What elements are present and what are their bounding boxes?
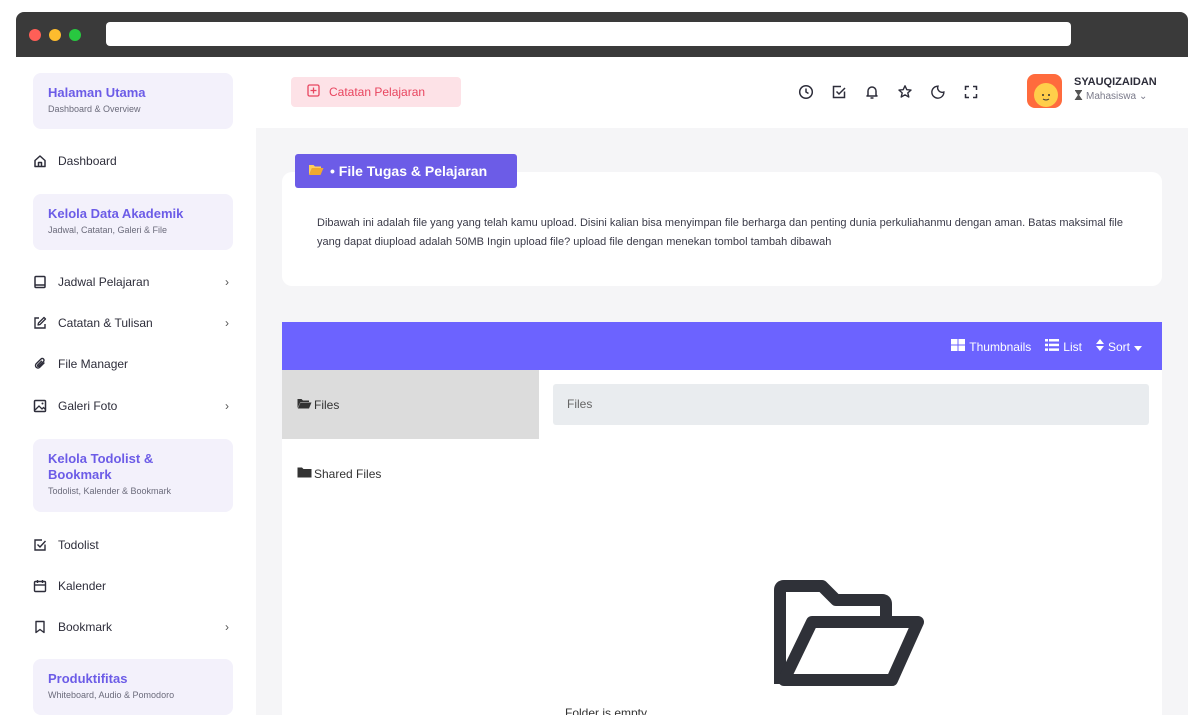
folder-item-files-selected[interactable]: Files xyxy=(282,370,539,439)
thumbnails-view-button[interactable]: Thumbnails xyxy=(951,339,1031,354)
sidebar-item-todolist[interactable]: Todolist xyxy=(33,534,233,556)
fullscreen-icon[interactable] xyxy=(961,82,981,102)
sidebar-item-bookmark[interactable]: Bookmark › xyxy=(33,616,233,638)
sidebar: Halaman Utama Dashboard & Overview Dashb… xyxy=(16,57,256,715)
user-role-dropdown[interactable]: Mahasiswa ⌄ xyxy=(1074,90,1147,103)
path-breadcrumb: Files xyxy=(553,384,1149,425)
sidebar-item-label: Dashboard xyxy=(58,154,117,168)
section-title: Produktifitas xyxy=(48,671,128,686)
paperclip-icon xyxy=(33,357,47,371)
hourglass-icon xyxy=(1074,90,1083,103)
caret-down-icon xyxy=(1134,340,1142,354)
edit-icon xyxy=(33,316,47,330)
chevron-right-icon: › xyxy=(225,316,229,330)
file-manager: Thumbnails List Sort Files Shared Files … xyxy=(282,322,1162,715)
folder-open-icon xyxy=(772,580,928,693)
chevron-right-icon: › xyxy=(225,275,229,289)
section-subtitle: Todolist, Kalender & Bookmark xyxy=(48,486,172,496)
catatan-pelajaran-button[interactable]: Catatan Pelajaran xyxy=(291,77,461,107)
address-bar[interactable] xyxy=(106,22,1071,46)
folder-label: Files xyxy=(314,398,340,412)
topbar: Catatan Pelajaran SYAUQIZAIDAN Mahasiswa… xyxy=(256,57,1188,128)
section-title: Kelola Todolist & Bookmark xyxy=(48,451,154,482)
sidebar-item-label: Galeri Foto xyxy=(58,399,118,413)
close-window-button[interactable] xyxy=(29,29,41,41)
sort-dropdown[interactable]: Sort xyxy=(1095,339,1142,354)
folder-shared-files[interactable]: Shared Files xyxy=(297,467,381,481)
browser-window: Halaman Utama Dashboard & Overview Dashb… xyxy=(16,12,1188,715)
image-icon xyxy=(33,399,47,413)
topbar-icons xyxy=(796,82,981,102)
catatan-pelajaran-label: Catatan Pelajaran xyxy=(329,85,426,99)
bell-icon[interactable] xyxy=(862,82,882,102)
avatar-face xyxy=(1034,83,1058,107)
page-description: Dibawah ini adalah file yang yang telah … xyxy=(317,217,1123,248)
section-subtitle: Jadwal, Catatan, Galeri & File xyxy=(48,225,168,235)
moon-icon[interactable] xyxy=(928,82,948,102)
sidebar-item-catatan[interactable]: Catatan & Tulisan › xyxy=(33,312,233,334)
section-title: Halaman Utama xyxy=(48,85,146,100)
folder-open-icon xyxy=(297,398,312,412)
list-icon xyxy=(1045,339,1060,354)
sidebar-item-galeri[interactable]: Galeri Foto › xyxy=(33,395,233,417)
bookmark-icon xyxy=(33,620,47,634)
section-subtitle: Dashboard & Overview xyxy=(48,104,141,114)
sidebar-item-label: Catatan & Tulisan xyxy=(58,316,153,330)
grid-icon xyxy=(951,339,966,354)
sidebar-item-label: Bookmark xyxy=(58,620,113,634)
browser-titlebar xyxy=(16,12,1188,57)
sidebar-item-label: Todolist xyxy=(58,538,99,552)
chevron-right-icon: › xyxy=(225,399,229,413)
star-icon[interactable] xyxy=(895,82,915,102)
sidebar-item-jadwal[interactable]: Jadwal Pelajaran › xyxy=(33,271,233,293)
folder-icon xyxy=(297,467,312,481)
checkbox-icon[interactable] xyxy=(829,82,849,102)
home-icon xyxy=(33,154,47,168)
sort-icon xyxy=(1095,339,1104,354)
section-title: Kelola Data Akademik xyxy=(48,206,184,221)
empty-folder-message: Folder is empty xyxy=(564,706,648,715)
section-data-akademik: Kelola Data Akademik Jadwal, Catatan, Ga… xyxy=(33,194,233,250)
file-manager-header: Thumbnails List Sort xyxy=(282,322,1162,370)
avatar[interactable] xyxy=(1027,74,1062,108)
folder-files[interactable]: Files xyxy=(297,398,339,412)
thumbnails-label: Thumbnails xyxy=(969,339,1032,354)
list-view-button[interactable]: List xyxy=(1045,339,1082,354)
sidebar-item-label: Kalender xyxy=(58,579,107,593)
calendar-icon xyxy=(33,579,47,593)
list-label: List xyxy=(1063,339,1082,354)
checkbox-icon xyxy=(33,538,47,552)
section-halaman-utama: Halaman Utama Dashboard & Overview xyxy=(33,73,233,129)
plus-square-icon xyxy=(307,84,320,100)
folder-label: Shared Files xyxy=(314,467,382,481)
folder-open-icon xyxy=(308,163,324,179)
tablet-icon xyxy=(33,275,47,289)
section-subtitle: Whiteboard, Audio & Pomodoro xyxy=(48,690,175,700)
chevron-right-icon: › xyxy=(225,620,229,634)
sidebar-item-label: Jadwal Pelajaran xyxy=(58,275,150,289)
user-role-label: Mahasiswa xyxy=(1086,91,1137,102)
clock-icon[interactable] xyxy=(796,82,816,102)
page-title: • File Tugas & Pelajaran xyxy=(330,163,488,179)
username[interactable]: SYAUQIZAIDAN xyxy=(1074,76,1157,88)
chevron-down-icon: ⌄ xyxy=(1139,91,1148,102)
maximize-window-button[interactable] xyxy=(69,29,81,41)
sidebar-item-dashboard[interactable]: Dashboard xyxy=(33,150,233,172)
page-title-badge: • File Tugas & Pelajaran xyxy=(295,154,517,188)
sidebar-item-label: File Manager xyxy=(58,357,129,371)
minimize-window-button[interactable] xyxy=(49,29,61,41)
sort-label: Sort xyxy=(1107,339,1130,354)
sidebar-item-kalender[interactable]: Kalender xyxy=(33,575,233,597)
file-manager-toolbar: Thumbnails List Sort xyxy=(951,339,1142,354)
section-todolist-bookmark: Kelola Todolist & Bookmark Todolist, Kal… xyxy=(33,439,233,512)
sidebar-item-file-manager[interactable]: File Manager xyxy=(33,353,233,375)
